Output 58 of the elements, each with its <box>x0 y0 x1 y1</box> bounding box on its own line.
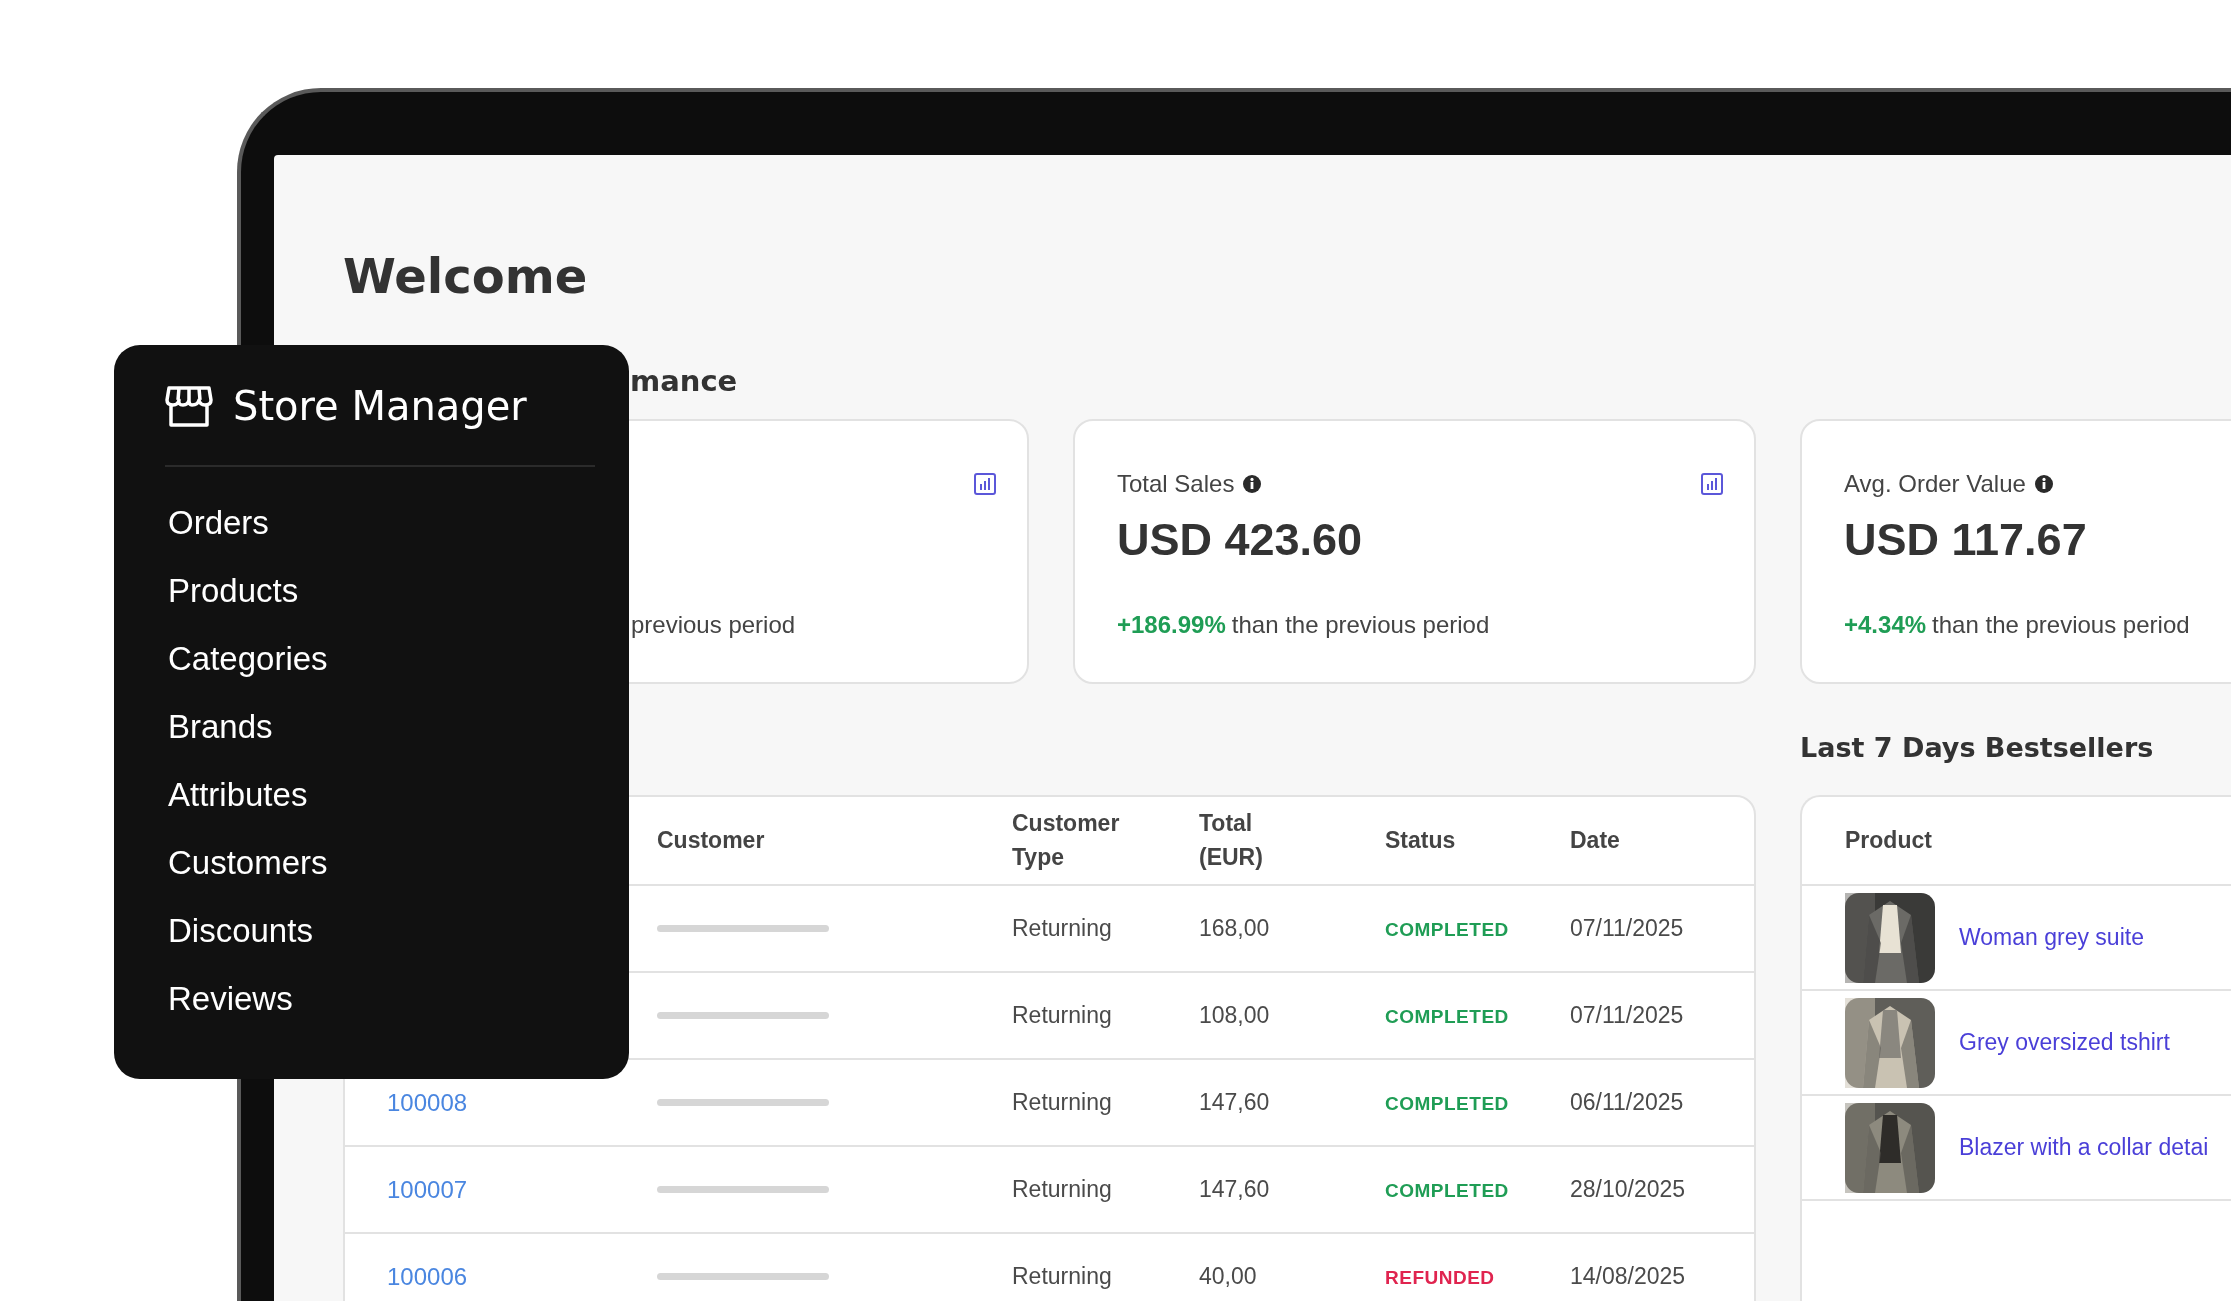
nav-item[interactable]: Brands <box>168 693 273 761</box>
table-cell: 147,60 <box>1199 1089 1270 1115</box>
column-header: Product <box>1845 825 1932 855</box>
nav-item[interactable]: Reviews <box>168 965 293 1033</box>
table-cell: 147,60 <box>1199 1176 1270 1202</box>
page-title: Welcome <box>343 247 589 306</box>
column-header: Customer Type <box>1012 809 1121 872</box>
comparison-text: than the previous period <box>1932 611 2190 639</box>
status-label: COMPLETED <box>1385 1006 1509 1027</box>
change-percent: +186.99% <box>1117 611 1226 639</box>
section-heading: Last 7 Days Bestsellers <box>1800 731 2154 763</box>
status-label: REFUNDED <box>1385 1267 1495 1288</box>
product-link[interactable]: Woman grey suite <box>1959 924 2144 951</box>
status-label: COMPLETED <box>1385 1180 1509 1201</box>
column-header: Status <box>1385 825 1456 855</box>
nav-item[interactable]: Orders <box>168 489 269 557</box>
section-heading: mance <box>630 364 738 398</box>
order-link[interactable]: 100006 <box>387 1262 468 1290</box>
stat-value: USD 423.60 <box>1117 514 1363 566</box>
comparison-text: previous period <box>631 611 796 639</box>
table-cell: 06/11/2025 <box>1570 1089 1684 1115</box>
status-label: COMPLETED <box>1385 919 1509 940</box>
change-percent: +4.34% <box>1844 611 1927 639</box>
stat-label: Total Sales <box>1117 470 1235 498</box>
nav-item[interactable]: Categories <box>168 625 328 693</box>
order-link[interactable]: 100008 <box>387 1088 468 1116</box>
table-cell: Returning <box>1012 915 1112 941</box>
table-cell: 14/08/2025 <box>1570 1263 1686 1289</box>
nav-item[interactable]: Products <box>168 557 299 625</box>
table-cell: 108,00 <box>1199 1002 1270 1028</box>
column-header: Date <box>1570 825 1620 855</box>
comparison-text: than the previous period <box>1231 611 1490 639</box>
product-link[interactable]: Blazer with a collar detai <box>1959 1134 2209 1161</box>
table-cell: 40,00 <box>1199 1263 1257 1289</box>
table-cell: 07/11/2025 <box>1570 1002 1684 1028</box>
chart-icon[interactable] <box>973 472 997 496</box>
info-icon <box>2033 474 2054 494</box>
stat-label: Avg. Order Value <box>1844 470 2026 498</box>
app-title: Store Manager <box>233 383 527 429</box>
info-icon <box>1242 474 1263 494</box>
column-header: Total (EUR) <box>1199 809 1264 872</box>
store-icon <box>165 384 213 428</box>
nav-item[interactable]: Discounts <box>168 897 313 965</box>
table-cell: 28/10/2025 <box>1570 1176 1686 1202</box>
table-cell: Returning <box>1012 1263 1112 1289</box>
table-cell: Returning <box>1012 1089 1112 1115</box>
nav-item[interactable]: Customers <box>168 829 328 897</box>
stat-value: USD 117.67 <box>1844 514 2087 566</box>
nav-item[interactable]: Attributes <box>168 761 308 829</box>
table-cell: 07/11/2025 <box>1570 915 1684 941</box>
status-label: COMPLETED <box>1385 1093 1509 1114</box>
product-link[interactable]: Grey oversized tshirt <box>1959 1029 2170 1056</box>
order-link[interactable]: 100007 <box>387 1175 468 1203</box>
table-cell: 168,00 <box>1199 915 1270 941</box>
chart-icon[interactable] <box>1700 472 1724 496</box>
table-cell: Returning <box>1012 1176 1112 1202</box>
table-cell: Returning <box>1012 1002 1112 1028</box>
column-header: Customer <box>657 825 765 855</box>
